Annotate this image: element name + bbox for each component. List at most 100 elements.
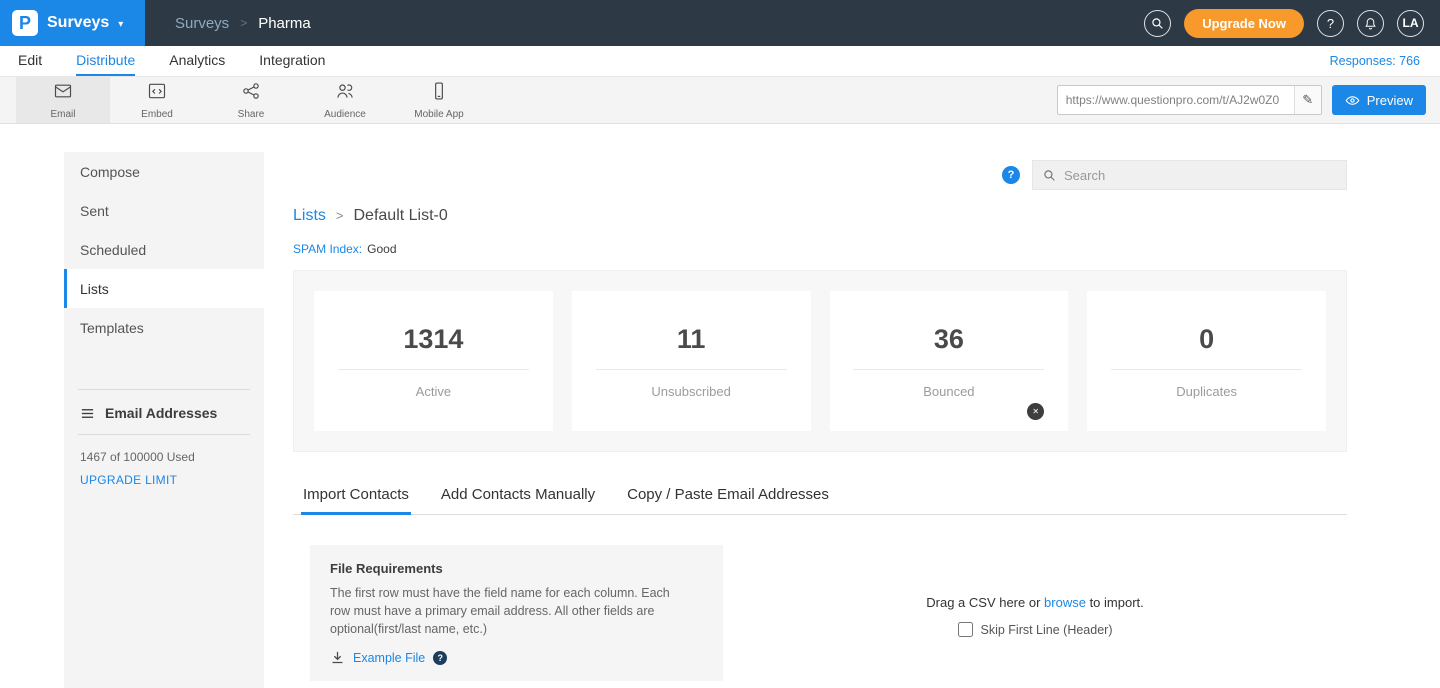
preview-button[interactable]: Preview (1332, 85, 1426, 115)
panel-help-icon[interactable]: ? (1002, 166, 1020, 184)
avatar[interactable]: LA (1397, 10, 1424, 37)
lists-panel: ? Lists > Default List-0 SPAM Index: Good… (293, 152, 1347, 681)
toolbar-item-mobile-app[interactable]: Mobile App (392, 77, 486, 123)
skip-first-line-row: Skip First Line (Header) (958, 622, 1113, 637)
toolbar-item-share[interactable]: Share (204, 77, 298, 123)
clear-bounced-icon[interactable]: ✕ (1027, 403, 1044, 420)
stat-label: Duplicates (1176, 384, 1237, 399)
stat-divider (338, 369, 529, 370)
tab-distribute[interactable]: Distribute (76, 46, 135, 76)
file-requirements-box: File Requirements The first row must hav… (310, 545, 723, 681)
tab-integration[interactable]: Integration (259, 46, 325, 76)
survey-nav-tabs: Edit Distribute Analytics Integration Re… (0, 46, 1440, 76)
search-icon (1043, 169, 1056, 182)
breadcrumb-surveys-link[interactable]: Surveys (175, 15, 229, 32)
stat-label: Bounced (923, 384, 974, 399)
stat-value: 0 (1199, 324, 1214, 355)
contacts-tabs: Import Contacts Add Contacts Manually Co… (293, 478, 1347, 515)
skip-first-line-label: Skip First Line (Header) (981, 623, 1113, 637)
product-name: Surveys (47, 14, 109, 32)
upgrade-now-button[interactable]: Upgrade Now (1184, 9, 1304, 38)
toolbar-item-audience[interactable]: Audience (298, 77, 392, 123)
toolbar-right: ✎ Preview (1057, 77, 1440, 123)
contacts-search-box (1032, 160, 1347, 190)
chevron-down-icon: ▾ (118, 19, 123, 30)
email-icon (53, 81, 73, 106)
breadcrumb-separator-icon: > (336, 205, 344, 226)
toolbar-label: Share (238, 109, 265, 120)
example-file-link[interactable]: Example File (353, 651, 425, 665)
stat-card-duplicates[interactable]: 0 Duplicates (1087, 291, 1326, 431)
contacts-search-input[interactable] (1064, 168, 1336, 183)
download-icon[interactable] (330, 650, 345, 665)
toolbar-item-embed[interactable]: Embed (110, 77, 204, 123)
tab-edit[interactable]: Edit (18, 46, 42, 76)
topbar-actions: Upgrade Now ? LA (1144, 9, 1440, 38)
stat-card-active[interactable]: 1314 Active (314, 291, 553, 431)
email-addresses-header[interactable]: Email Addresses (78, 390, 250, 435)
stat-value: 11 (677, 324, 706, 355)
stat-divider (853, 369, 1044, 370)
stat-divider (596, 369, 787, 370)
list-icon (80, 406, 95, 421)
browse-link[interactable]: browse (1044, 595, 1086, 610)
survey-url-field: ✎ (1057, 85, 1322, 115)
edit-url-pencil-icon[interactable]: ✎ (1294, 86, 1321, 114)
toolbar-label: Email (50, 109, 75, 120)
breadcrumb-current-survey: Pharma (258, 15, 311, 32)
toolbar-label: Audience (324, 109, 366, 120)
skip-first-line-checkbox[interactable] (958, 622, 973, 637)
product-switcher[interactable]: P Surveys ▾ (0, 0, 145, 46)
stat-value: 36 (934, 324, 964, 355)
stat-divider (1111, 369, 1302, 370)
spam-index-label: SPAM Index: (293, 242, 362, 256)
sidebar-item-scheduled[interactable]: Scheduled (64, 230, 264, 269)
email-addresses-title: Email Addresses (105, 405, 217, 421)
eye-icon (1345, 93, 1360, 108)
toolbar-label: Embed (141, 109, 173, 120)
csv-drop-area[interactable]: Drag a CSV here or browse to import. Ski… (723, 545, 1347, 637)
sidebar-item-sent[interactable]: Sent (64, 191, 264, 230)
search-row: ? (293, 160, 1347, 190)
tab-copy-paste-email-addresses[interactable]: Copy / Paste Email Addresses (625, 478, 831, 515)
upgrade-limit-link[interactable]: UPGRADE LIMIT (78, 464, 250, 487)
embed-icon (147, 81, 167, 106)
stat-label: Active (416, 384, 451, 399)
share-icon (241, 81, 261, 106)
distribute-toolbar: Email Embed Share Audience Mobile App (0, 76, 1440, 124)
help-icon[interactable]: ? (1317, 10, 1344, 37)
lists-breadcrumb-link[interactable]: Lists (293, 205, 326, 226)
stat-card-unsubscribed[interactable]: 11 Unsubscribed (572, 291, 811, 431)
toolbar-item-email[interactable]: Email (16, 77, 110, 123)
spam-index-row: SPAM Index: Good (293, 242, 1347, 256)
tab-import-contacts[interactable]: Import Contacts (301, 478, 411, 515)
notifications-bell-icon[interactable] (1357, 10, 1384, 37)
search-icon[interactable] (1144, 10, 1171, 37)
example-file-help-icon[interactable]: ? (433, 651, 447, 665)
survey-url-input[interactable] (1058, 93, 1294, 107)
stat-label: Unsubscribed (651, 384, 731, 399)
mobile-app-icon (429, 81, 449, 106)
content-area: Compose Sent Scheduled Lists Templates E… (0, 124, 1440, 688)
file-requirements-title: File Requirements (330, 561, 703, 576)
drop-text-before: Drag a CSV here or (926, 595, 1044, 610)
list-stats: 1314 Active 11 Unsubscribed 36 Bounced ✕… (293, 270, 1347, 452)
sidebar-item-compose[interactable]: Compose (64, 152, 264, 191)
email-addresses-section: Email Addresses 1467 of 100000 Used UPGR… (78, 389, 250, 487)
tab-add-contacts-manually[interactable]: Add Contacts Manually (439, 478, 597, 515)
responses-count-link[interactable]: Responses: 766 (1330, 54, 1420, 68)
tab-analytics[interactable]: Analytics (169, 46, 225, 76)
spam-index-value: Good (367, 242, 396, 256)
sidebar-item-templates[interactable]: Templates (64, 308, 264, 347)
lists-breadcrumb: Lists > Default List-0 (293, 205, 1347, 226)
example-file-row: Example File ? (330, 650, 703, 665)
stat-value: 1314 (403, 324, 463, 355)
questionpro-logo-icon: P (12, 10, 38, 36)
sidebar-item-lists[interactable]: Lists (64, 269, 264, 308)
breadcrumb-separator-icon: > (240, 16, 247, 30)
stat-card-bounced[interactable]: 36 Bounced ✕ (830, 291, 1069, 431)
email-usage-text: 1467 of 100000 Used (78, 435, 250, 464)
import-contacts-content: File Requirements The first row must hav… (293, 545, 1347, 681)
toolbar-label: Mobile App (414, 109, 463, 120)
audience-icon (335, 81, 355, 106)
